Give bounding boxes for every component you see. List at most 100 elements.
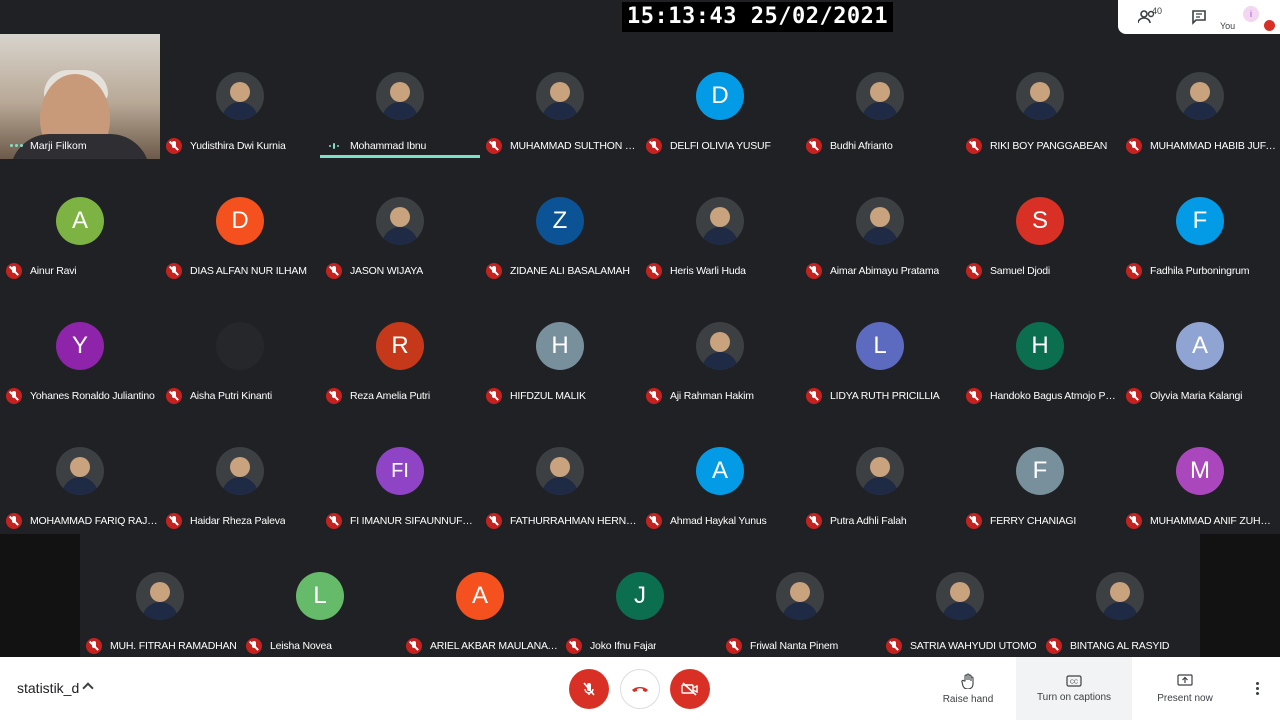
participant-name-row: FERRY CHANIAGI [966, 512, 1118, 530]
participant-tile[interactable]: Y Yohanes Ronaldo Juliantino [0, 284, 160, 409]
participant-tile[interactable]: BINTANG AL RASYID [1040, 534, 1200, 659]
participant-tile[interactable]: Mohammad Ibnu [320, 34, 480, 159]
raise-hand-button[interactable]: Raise hand [928, 657, 1008, 720]
participant-name-row: Friwal Nanta Pinem [726, 637, 878, 655]
participant-tile[interactable]: JASON WIJAYA [320, 159, 480, 284]
participant-name: Putra Adhli Falah [830, 515, 907, 527]
participant-tile[interactable]: F Fadhila Purboningrum [1120, 159, 1280, 284]
participant-name: Mohammad Ibnu [350, 140, 427, 152]
presenter-video-tile[interactable]: Marji Filkom [0, 34, 160, 159]
participant-tile[interactable]: Heris Warli Huda [640, 159, 800, 284]
mic-off-icon [166, 513, 182, 529]
participant-tile[interactable]: L LIDYA RUTH PRICILLIA [800, 284, 960, 409]
participant-name-row: Joko Ifnu Fajar [566, 637, 718, 655]
participant-tile[interactable]: MOHAMMAD FARIQ RAJA... [0, 409, 160, 534]
camera-toggle-button[interactable] [670, 669, 710, 709]
participant-name-row: MOHAMMAD FARIQ RAJA... [6, 512, 158, 530]
participant-tile[interactable]: Putra Adhli Falah [800, 409, 960, 534]
avatar [216, 322, 264, 370]
participant-name: ZIDANE ALI BASALAMAH [510, 265, 630, 277]
mic-off-icon [406, 638, 422, 654]
participant-tile[interactable]: MUH. FITRAH RAMADHAN [80, 534, 240, 659]
camera-off-icon [681, 682, 698, 696]
participant-name: Haidar Rheza Paleva [190, 515, 286, 527]
participant-name: FERRY CHANIAGI [990, 515, 1077, 527]
participant-tile[interactable]: RIKI BOY PANGGABEAN [960, 34, 1120, 159]
participant-name: MUHAMMAD ANIF ZUHRU... [1150, 515, 1278, 527]
participant-tile[interactable]: Friwal Nanta Pinem [720, 534, 880, 659]
participant-name: Joko Ifnu Fajar [590, 640, 657, 652]
participant-name-row: SATRIA WAHYUDI UTOMO [886, 637, 1038, 655]
participant-name-row: Putra Adhli Falah [806, 512, 958, 530]
participant-tile[interactable]: R Reza Amelia Putri [320, 284, 480, 409]
participant-tile[interactable]: MUHAMMAD SULTHON IM... [480, 34, 640, 159]
participant-name: Heris Warli Huda [670, 265, 746, 277]
participant-tile[interactable]: Aisha Putri Kinanti [160, 284, 320, 409]
participant-tile[interactable]: L Leisha Novea [240, 534, 400, 659]
participant-name: SATRIA WAHYUDI UTOMO [910, 640, 1037, 652]
participant-tile[interactable]: D DELFI OLIVIA YUSUF [640, 34, 800, 159]
leave-call-button[interactable] [620, 669, 660, 709]
mic-off-icon [486, 388, 502, 404]
voice-activity-icon [326, 139, 342, 153]
participant-tile[interactable]: H Handoko Bagus Atmojo Pa... [960, 284, 1120, 409]
captions-button[interactable]: CC Turn on captions [1016, 657, 1132, 720]
captions-label: Turn on captions [1036, 691, 1112, 703]
avatar: A [1176, 322, 1224, 370]
participant-tile[interactable]: H HIFDZUL MALIK [480, 284, 640, 409]
avatar [1016, 72, 1064, 120]
participant-name-row: Ainur Ravi [6, 262, 158, 280]
avatar [136, 572, 184, 620]
participant-tile[interactable]: A ARIEL AKBAR MAULANA ... [400, 534, 560, 659]
clock-overlay: 15:13:43 25/02/2021 [622, 2, 894, 32]
mic-off-icon [886, 638, 902, 654]
participant-tile[interactable]: S Samuel Djodi [960, 159, 1120, 284]
participant-tile[interactable]: Yudisthira Dwi Kurnia [160, 34, 320, 159]
participant-tile[interactable]: SATRIA WAHYUDI UTOMO [880, 534, 1040, 659]
participant-tile[interactable]: A Ainur Ravi [0, 159, 160, 284]
participant-name: FI IMANUR SIFAUNNUFUS ... [350, 515, 478, 527]
participant-tile[interactable]: A Ahmad Haykal Yunus [640, 409, 800, 534]
participant-name-row: Yudisthira Dwi Kurnia [166, 137, 318, 155]
participant-tile[interactable]: M MUHAMMAD ANIF ZUHRU... [1120, 409, 1280, 534]
meeting-name[interactable]: statistik_d [17, 680, 79, 696]
participant-name: MUHAMMAD SULTHON IM... [510, 140, 638, 152]
present-button[interactable]: Present now [1146, 657, 1224, 720]
notification-badge [1264, 20, 1275, 31]
chat-button[interactable] [1184, 0, 1214, 34]
mic-off-icon [646, 138, 662, 154]
participant-tile[interactable]: Budhi Afrianto [800, 34, 960, 159]
participant-name: HIFDZUL MALIK [510, 390, 586, 402]
participant-tile[interactable]: Aji Rahman Hakim [640, 284, 800, 409]
avatar: H [1016, 322, 1064, 370]
mic-off-icon [326, 263, 342, 279]
participant-tile[interactable]: D DIAS ALFAN NUR ILHAM [160, 159, 320, 284]
avatar [376, 197, 424, 245]
participant-tile[interactable]: J Joko Ifnu Fajar [560, 534, 720, 659]
chevron-up-icon[interactable] [82, 682, 94, 694]
mic-off-icon [6, 263, 22, 279]
participant-tile[interactable]: Haidar Rheza Paleva [160, 409, 320, 534]
participant-tile[interactable]: FI FI IMANUR SIFAUNNUFUS ... [320, 409, 480, 534]
participant-tile[interactable]: F FERRY CHANIAGI [960, 409, 1120, 534]
avatar: FI [376, 447, 424, 495]
participant-name: Olyvia Maria Kalangi [1150, 390, 1243, 402]
participant-name: RIKI BOY PANGGABEAN [990, 140, 1108, 152]
participant-tile[interactable]: A Olyvia Maria Kalangi [1120, 284, 1280, 409]
avatar [856, 72, 904, 120]
participant-name: Reza Amelia Putri [350, 390, 431, 402]
people-button[interactable]: 40 [1132, 0, 1162, 34]
mic-toggle-button[interactable] [569, 669, 609, 709]
participant-name: MUHAMMAD HABIB JUFA... [1150, 140, 1278, 152]
participant-tile[interactable]: Aimar Abimayu Pratama [800, 159, 960, 284]
top-right-panel: 40 i You [1118, 0, 1280, 34]
mic-off-icon [6, 513, 22, 529]
avatar: L [296, 572, 344, 620]
more-vert-icon[interactable] [1256, 682, 1259, 695]
participant-name-row: Aisha Putri Kinanti [166, 387, 318, 405]
participant-tile[interactable]: MUHAMMAD HABIB JUFA... [1120, 34, 1280, 159]
participant-tile[interactable]: Z ZIDANE ALI BASALAMAH [480, 159, 640, 284]
participant-tile[interactable]: FATHURRAHMAN HERNA... [480, 409, 640, 534]
self-avatar[interactable]: i [1243, 6, 1259, 22]
mic-off-icon [966, 138, 982, 154]
